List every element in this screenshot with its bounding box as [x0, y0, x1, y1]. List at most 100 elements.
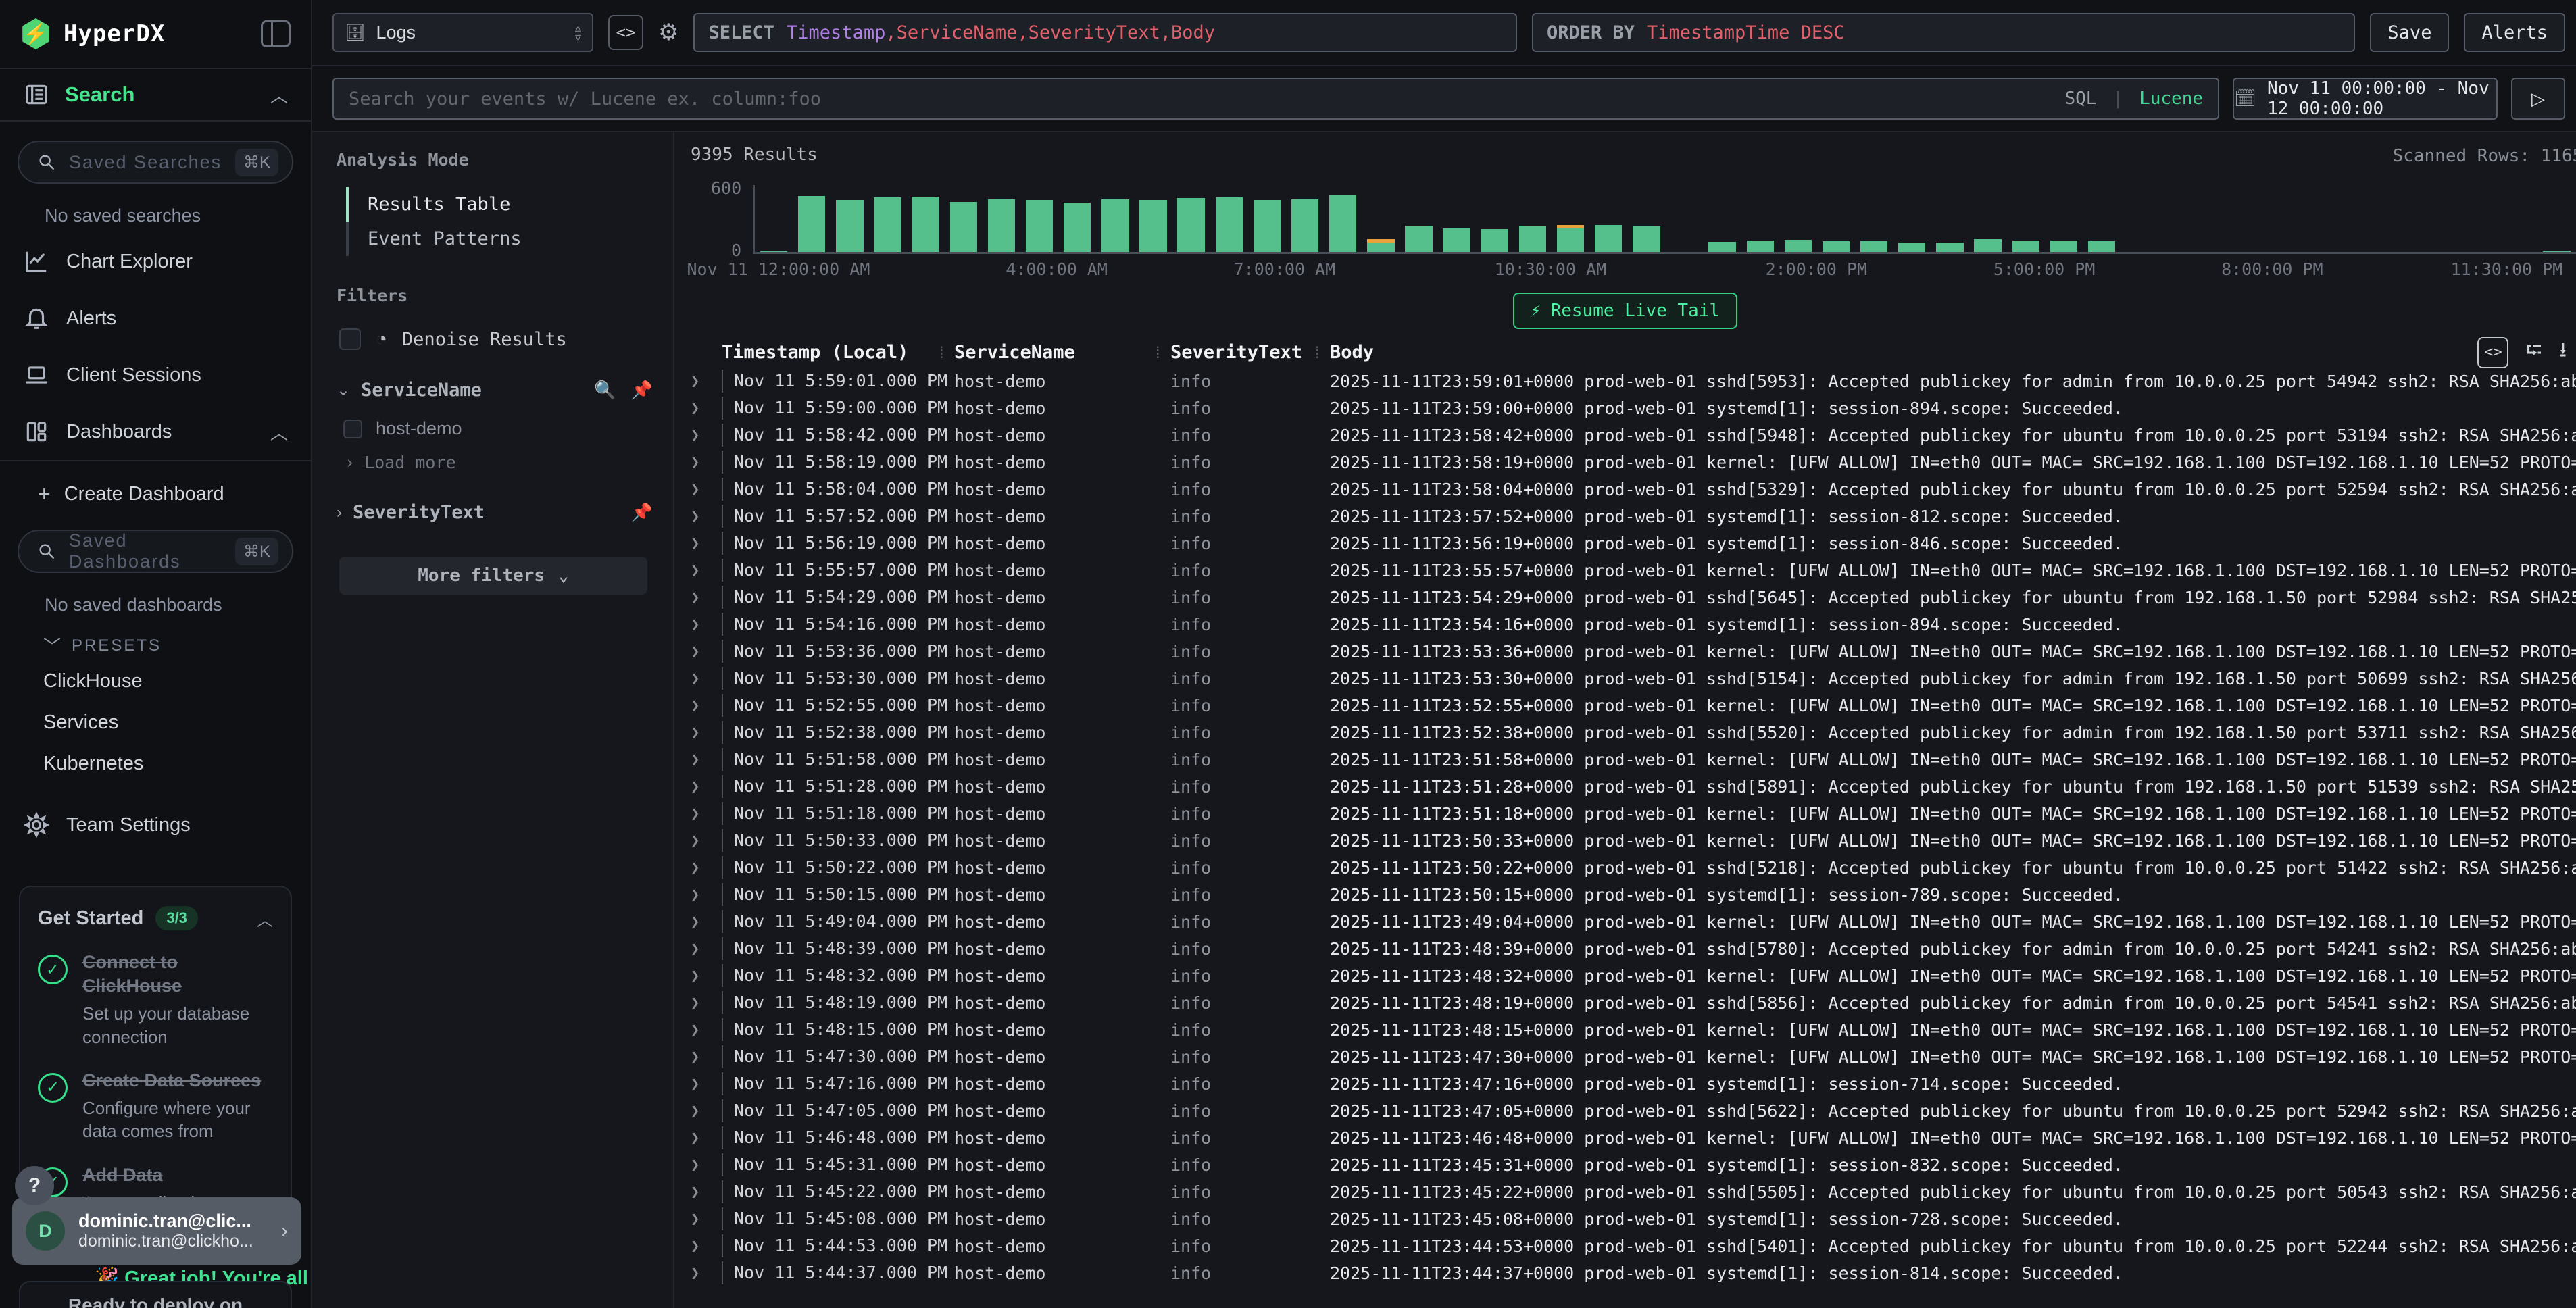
mode-results-table[interactable]: Results Table	[346, 187, 653, 222]
row-expand-icon[interactable]: ❯	[691, 1103, 722, 1120]
table-row[interactable]: ❯Nov 11 5:51:18.000 PMhost-demoinfo2025-…	[674, 800, 2576, 827]
code-toggle-icon[interactable]: <>	[608, 15, 643, 50]
sidebar-item-search[interactable]: Search ︿	[0, 68, 311, 122]
code-icon[interactable]: <>	[2477, 337, 2508, 368]
table-row[interactable]: ❯Nov 11 5:51:58.000 PMhost-demoinfo2025-…	[674, 746, 2576, 773]
sidebar-item-chart-explorer[interactable]: Chart Explorer	[0, 233, 311, 290]
table-row[interactable]: ❯Nov 11 5:48:19.000 PMhost-demoinfo2025-…	[674, 989, 2576, 1016]
histogram-bar[interactable]	[798, 196, 825, 252]
histogram-bar[interactable]	[1898, 243, 1925, 252]
histogram-bar[interactable]	[1291, 199, 1318, 252]
table-row[interactable]: ❯Nov 11 5:53:30.000 PMhost-demoinfo2025-…	[674, 665, 2576, 692]
checklist-item-sources[interactable]: ✓ Create Data Sources Configure where yo…	[38, 1069, 273, 1143]
sidebar-item-dashboards[interactable]: Dashboards ︿	[0, 403, 311, 461]
row-expand-icon[interactable]: ❯	[691, 778, 722, 795]
histogram-bar[interactable]	[1177, 198, 1204, 252]
chevron-down-icon[interactable]: ⌄	[337, 380, 350, 400]
table-row[interactable]: ❯Nov 11 5:51:28.000 PMhost-demoinfo2025-…	[674, 773, 2576, 800]
histogram-bar[interactable]	[1860, 241, 1887, 252]
chevron-up-icon[interactable]: ︿	[257, 907, 273, 930]
chevron-up-icon[interactable]: ︿	[270, 420, 288, 445]
facet-servicename[interactable]: ⌄ ServiceName 🔍 📌	[337, 380, 653, 401]
download-icon[interactable]: ⭳	[2560, 335, 2567, 370]
histogram-bar[interactable]	[874, 197, 901, 252]
saved-searches-input[interactable]: Saved Searches ⌘K	[18, 141, 293, 184]
table-row[interactable]: ❯Nov 11 5:50:22.000 PMhost-demoinfo2025-…	[674, 854, 2576, 881]
column-resize-handle[interactable]: ⁞	[937, 343, 946, 363]
column-resize-handle[interactable]: ⁞	[1153, 343, 1162, 363]
row-expand-icon[interactable]: ❯	[691, 832, 722, 849]
sidebar-collapse-icon[interactable]	[261, 20, 291, 47]
table-row[interactable]: ❯Nov 11 5:47:16.000 PMhost-demoinfo2025-…	[674, 1070, 2576, 1097]
table-row[interactable]: ❯Nov 11 5:50:15.000 PMhost-demoinfo2025-…	[674, 881, 2576, 908]
histogram-bar[interactable]	[912, 197, 939, 252]
row-expand-icon[interactable]: ❯	[691, 751, 722, 768]
histogram-bar[interactable]	[1026, 200, 1053, 252]
row-expand-icon[interactable]: ❯	[691, 940, 722, 957]
search-input[interactable]	[349, 89, 2048, 109]
table-row[interactable]: ❯Nov 11 5:58:04.000 PMhost-demoinfo2025-…	[674, 476, 2576, 503]
more-filters-button[interactable]: More filters ⌄	[339, 557, 647, 595]
histogram-bar[interactable]	[1443, 228, 1470, 252]
row-expand-icon[interactable]: ❯	[691, 1265, 722, 1282]
column-severitytext[interactable]: ⁞SeverityText	[1170, 342, 1330, 363]
select-clause-input[interactable]: SELECT Timestamp,ServiceName,SeverityTex…	[693, 13, 1516, 52]
histogram-bar[interactable]	[1329, 195, 1356, 252]
histogram-bar[interactable]	[1633, 226, 1660, 252]
row-expand-icon[interactable]: ❯	[691, 616, 722, 633]
table-row[interactable]: ❯Nov 11 5:57:52.000 PMhost-demoinfo2025-…	[674, 503, 2576, 530]
sidebar-item-team-settings[interactable]: Team Settings	[0, 784, 311, 865]
row-expand-icon[interactable]: ❯	[691, 1157, 722, 1174]
create-dashboard-button[interactable]: + Create Dashboard	[0, 461, 311, 511]
row-expand-icon[interactable]: ❯	[691, 995, 722, 1011]
histogram-bar[interactable]	[1216, 197, 1243, 252]
event-search-box[interactable]: SQL | Lucene	[332, 78, 2219, 120]
lucene-mode-toggle[interactable]: Lucene	[2139, 89, 2203, 109]
row-expand-icon[interactable]: ❯	[691, 697, 722, 714]
run-query-button[interactable]: ▷	[2511, 78, 2565, 120]
histogram-bar[interactable]	[1254, 200, 1281, 252]
row-expand-icon[interactable]: ❯	[691, 967, 722, 984]
row-expand-icon[interactable]: ❯	[691, 1238, 722, 1255]
row-expand-icon[interactable]: ❯	[691, 589, 722, 606]
presets-toggle[interactable]: ﹀ PRESETS	[0, 622, 311, 661]
histogram-bar[interactable]	[1064, 203, 1091, 252]
histogram-bar[interactable]	[1557, 225, 1584, 252]
column-body[interactable]: ⁞Body	[1330, 342, 2576, 363]
row-expand-icon[interactable]: ❯	[691, 670, 722, 687]
histogram-bar[interactable]	[1519, 226, 1546, 252]
source-select[interactable]: 🗄 Logs ▵▿	[332, 13, 593, 52]
alerts-button[interactable]: Alerts	[2464, 13, 2565, 52]
histogram-bar[interactable]	[1708, 242, 1735, 252]
table-row[interactable]: ❯Nov 11 5:58:42.000 PMhost-demoinfo2025-…	[674, 422, 2576, 449]
row-expand-icon[interactable]: ❯	[691, 454, 722, 471]
get-started-header[interactable]: Get Started 3/3 ︿	[38, 906, 273, 930]
orderby-clause-input[interactable]: ORDER BY TimestampTime DESC	[1532, 13, 2355, 52]
sidebar-item-client-sessions[interactable]: Client Sessions	[0, 347, 311, 403]
table-row[interactable]: ❯Nov 11 5:58:19.000 PMhost-demoinfo2025-…	[674, 449, 2576, 476]
row-expand-icon[interactable]: ❯	[691, 805, 722, 822]
table-row[interactable]: ❯Nov 11 5:56:19.000 PMhost-demoinfo2025-…	[674, 530, 2576, 557]
histogram-bar[interactable]	[1367, 239, 1394, 252]
row-expand-icon[interactable]: ❯	[691, 1130, 722, 1147]
row-expand-icon[interactable]: ❯	[691, 1076, 722, 1092]
row-expand-icon[interactable]: ❯	[691, 913, 722, 930]
sidebar-item-alerts[interactable]: Alerts	[0, 290, 311, 347]
table-row[interactable]: ❯Nov 11 5:59:00.000 PMhost-demoinfo2025-…	[674, 395, 2576, 422]
table-row[interactable]: ❯Nov 11 5:45:22.000 PMhost-demoinfo2025-…	[674, 1178, 2576, 1205]
row-expand-icon[interactable]: ❯	[691, 508, 722, 525]
row-expand-icon[interactable]: ❯	[691, 481, 722, 498]
histogram-bar[interactable]	[1747, 241, 1774, 252]
brand[interactable]: ⚡ HyperDX	[20, 18, 165, 49]
table-row[interactable]: ❯Nov 11 5:59:01.000 PMhost-demoinfo2025-…	[674, 368, 2576, 395]
user-menu[interactable]: D dominic.tran@clic... dominic.tran@clic…	[12, 1197, 301, 1265]
mode-event-patterns[interactable]: Event Patterns	[346, 222, 653, 256]
histogram-bar[interactable]	[1823, 241, 1850, 252]
denoise-checkbox[interactable]	[339, 328, 361, 350]
row-expand-icon[interactable]: ❯	[691, 373, 722, 390]
table-row[interactable]: ❯Nov 11 5:49:04.000 PMhost-demoinfo2025-…	[674, 908, 2576, 935]
checklist-item-connect[interactable]: ✓ Connect to ClickHouse Set up your data…	[38, 951, 273, 1049]
row-expand-icon[interactable]: ❯	[691, 1022, 722, 1038]
column-resize-handle[interactable]: ⁞	[1312, 343, 1322, 363]
table-row[interactable]: ❯Nov 11 5:52:55.000 PMhost-demoinfo2025-…	[674, 692, 2576, 719]
